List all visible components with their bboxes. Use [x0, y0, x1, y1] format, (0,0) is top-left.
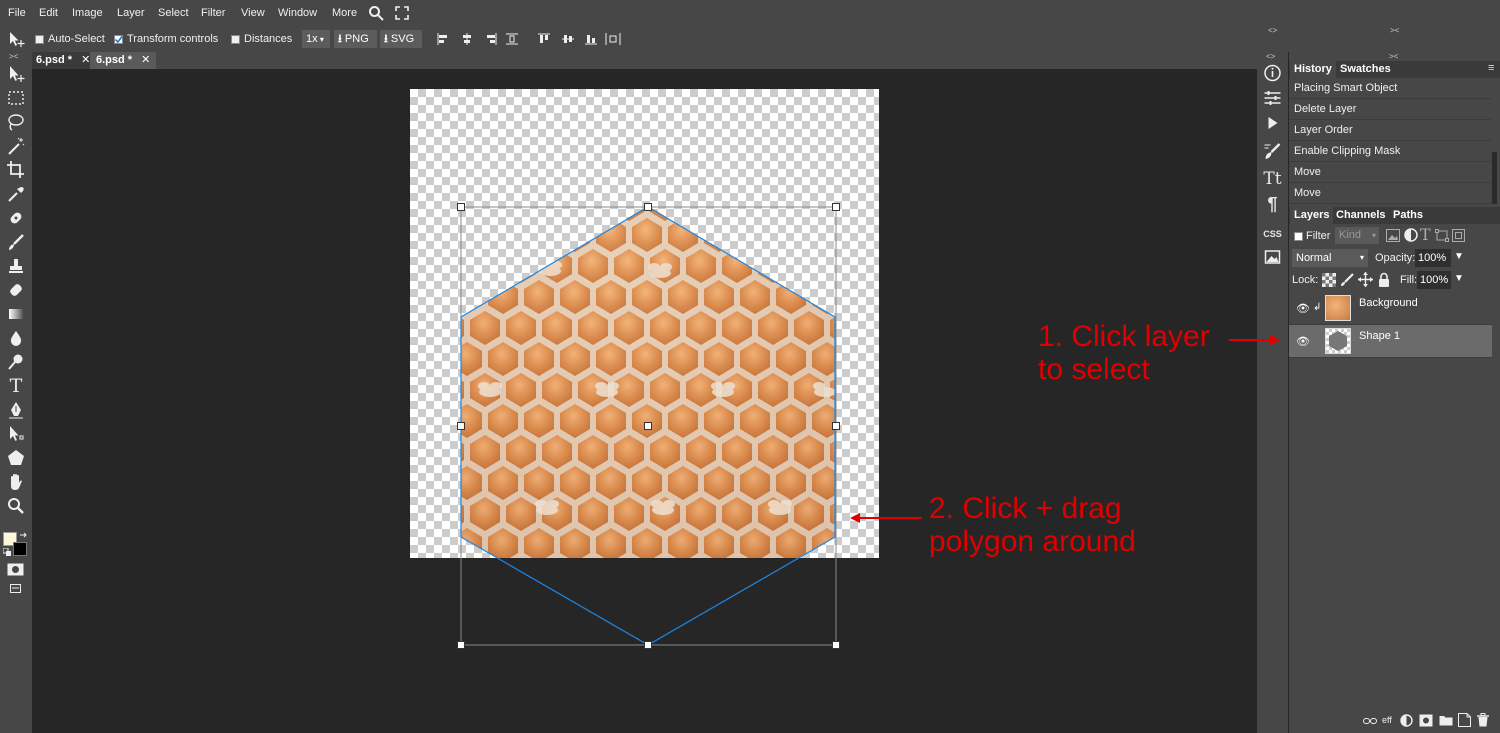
opacity-dropdown-arrow[interactable]: ▼ [1454, 251, 1464, 262]
annotation-step-1: 1. Click layer to select [1038, 320, 1210, 386]
history-item[interactable]: Enable Clipping Mask [1289, 141, 1491, 162]
fill-input[interactable]: 100% [1417, 271, 1451, 289]
history-item[interactable]: Layer Order [1289, 120, 1491, 141]
layers-scroll-area [1492, 292, 1500, 712]
right-panel: >< History Swatches ≡ Placing Smart Obje… [1289, 52, 1500, 733]
annotation-step-2-line-1: 2. Click + drag [929, 492, 1122, 525]
transform-handle-bottom[interactable] [644, 641, 652, 649]
tab-swatches[interactable]: Swatches [1336, 61, 1395, 78]
annotation-step-2-line-2: polygon around [929, 525, 1136, 558]
transform-handle-center[interactable] [644, 422, 652, 430]
adjustment-layer-icon[interactable] [1400, 714, 1413, 727]
collapse-toggle[interactable]: <> [1266, 52, 1275, 61]
layer-name: Background [1359, 297, 1418, 309]
opacity-label: Opacity: [1375, 252, 1416, 264]
layer-thumbnail [1325, 328, 1351, 354]
character-icon[interactable]: Tt [1262, 169, 1283, 189]
layers-footer: eff [1289, 710, 1500, 733]
lock-transparency-icon[interactable] [1322, 273, 1336, 287]
transform-handle-right[interactable] [832, 422, 840, 430]
lock-pixels-icon[interactable] [1340, 273, 1354, 287]
transform-handle-bottom-left[interactable] [457, 641, 465, 649]
opacity-value: 100% [1418, 252, 1447, 264]
lock-label: Lock: [1292, 274, 1319, 286]
info-icon[interactable] [1262, 63, 1283, 83]
image-icon[interactable] [1262, 247, 1283, 267]
add-mask-icon[interactable] [1419, 714, 1433, 727]
opacity-input[interactable]: 100% [1415, 249, 1451, 267]
annotation-arrowhead-2 [850, 513, 860, 523]
filter-adjustment-icon[interactable] [1404, 228, 1418, 242]
filter-smart-object-icon[interactable] [1452, 229, 1465, 242]
actions-play-icon[interactable] [1262, 113, 1283, 133]
history-panel-tabs: History Swatches ≡ [1289, 61, 1500, 78]
fill-label: Fill: [1400, 274, 1418, 286]
kind-placeholder: Kind [1339, 229, 1362, 241]
fill-value: 100% [1420, 274, 1449, 286]
tab-layers[interactable]: Layers [1290, 207, 1334, 224]
annotation-step-1-line-1: 1. Click layer [1038, 320, 1210, 353]
panel-collapse-toggle[interactable]: >< [1390, 26, 1399, 35]
blend-mode-value: Normal [1296, 252, 1332, 264]
history-item[interactable]: Delete Layer [1289, 99, 1491, 120]
history-item[interactable]: Placing Smart Object [1289, 78, 1491, 99]
history-item[interactable]: Move [1289, 162, 1491, 183]
filter-checkbox[interactable] [1294, 232, 1303, 241]
kind-dropdown[interactable]: Kind ▾ [1335, 227, 1379, 244]
annotation-step-2: 2. Click + drag polygon around [929, 492, 1136, 558]
css-icon[interactable]: CSS [1262, 224, 1283, 244]
delete-layer-icon[interactable] [1477, 713, 1489, 727]
tab-channels[interactable]: Channels [1332, 207, 1390, 224]
layers-panel-tabs: Layers Channels Paths [1289, 207, 1500, 224]
tab-history[interactable]: History [1290, 61, 1336, 78]
transform-handle-left[interactable] [457, 422, 465, 430]
history-item[interactable]: Move [1289, 183, 1491, 204]
panel-icons-column: <> Tt ¶ CSS [1257, 52, 1288, 733]
lock-position-icon[interactable] [1358, 272, 1373, 287]
link-layers-icon[interactable] [1363, 717, 1377, 726]
transform-handle-bottom-right[interactable] [832, 641, 840, 649]
blend-mode-dropdown[interactable]: Normal ▾ [1292, 249, 1368, 267]
filter-label: Filter [1306, 230, 1331, 242]
history-scrollbar[interactable] [1492, 152, 1497, 204]
collapse-toggle[interactable]: >< [1389, 52, 1398, 61]
annotation-step-1-line-2: to select [1038, 353, 1150, 386]
adjustments-icon[interactable] [1262, 88, 1283, 108]
new-layer-icon[interactable] [1458, 713, 1471, 727]
panel-menu-icon[interactable]: ≡ [1488, 62, 1494, 74]
lock-all-icon[interactable] [1378, 272, 1390, 287]
new-group-icon[interactable] [1439, 714, 1453, 726]
brush-settings-icon[interactable] [1262, 141, 1283, 161]
transform-handle-top[interactable] [644, 203, 652, 211]
filter-pixel-icon[interactable] [1386, 229, 1400, 242]
layer-name: Shape 1 [1359, 330, 1400, 342]
layer-thumbnail [1325, 295, 1351, 321]
visibility-eye-icon[interactable]: 👁 [1296, 335, 1310, 348]
layer-row-shape-1[interactable]: 👁 Shape 1 [1289, 325, 1492, 358]
annotation-arrow-1 [1229, 335, 1280, 345]
paragraph-icon[interactable]: ¶ [1262, 194, 1283, 214]
tab-paths[interactable]: Paths [1389, 207, 1427, 224]
clipping-arrow-icon: ↲ [1313, 302, 1322, 313]
layer-effects-button[interactable]: eff [1382, 715, 1392, 725]
filter-type-icon[interactable]: T [1420, 225, 1431, 244]
layer-row-background[interactable]: 👁 ↲ Background [1289, 292, 1492, 325]
fill-dropdown-arrow[interactable]: ▼ [1454, 273, 1464, 284]
transform-handle-top-left[interactable] [457, 203, 465, 211]
collapse-toggle[interactable]: <> [1268, 26, 1277, 35]
visibility-eye-icon[interactable]: 👁 [1296, 302, 1310, 315]
transform-handle-top-right[interactable] [832, 203, 840, 211]
filter-shape-icon[interactable] [1435, 229, 1449, 242]
